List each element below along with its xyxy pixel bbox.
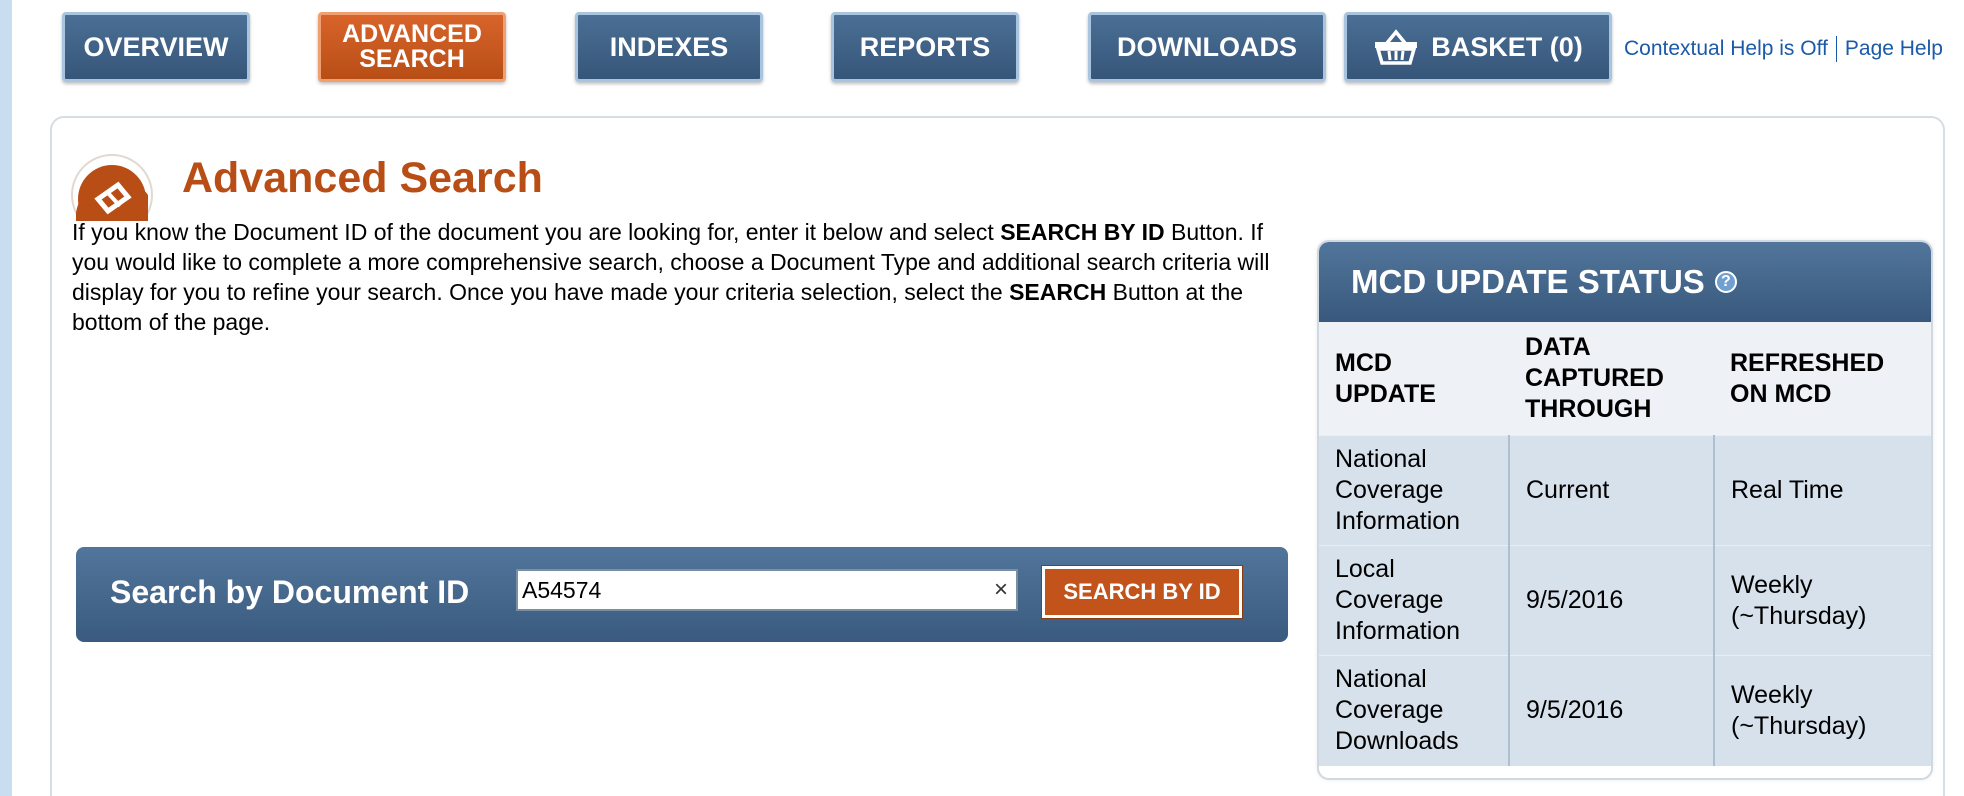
table-cell: Current: [1508, 435, 1714, 546]
table-cell: 9/5/2016: [1508, 655, 1714, 766]
document-id-field: ×: [516, 569, 1018, 611]
intro-bold-search-by-id: SEARCH BY ID: [1000, 219, 1165, 245]
status-table: MCD UPDATE DATA CAPTURED THROUGH REFRESH…: [1319, 322, 1931, 766]
page: OVERVIEW ADVANCED SEARCH INDEXES REPORTS…: [12, 0, 1964, 796]
tab-reports[interactable]: REPORTS: [831, 12, 1019, 82]
table-cell: 9/5/2016: [1508, 545, 1714, 656]
column-header: DATA CAPTURED THROUGH: [1509, 322, 1714, 436]
basket-icon: [1373, 29, 1419, 65]
tab-basket[interactable]: BASKET (0): [1344, 12, 1612, 82]
status-table-header-row: MCD UPDATE DATA CAPTURED THROUGH REFRESH…: [1319, 322, 1931, 436]
status-header: MCD UPDATE STATUS ?: [1319, 242, 1931, 322]
page-help-link[interactable]: Page Help: [1845, 37, 1943, 61]
page-title: Advanced Search: [182, 154, 543, 202]
help-icon[interactable]: ?: [1714, 271, 1737, 293]
contextual-help-toggle[interactable]: Contextual Help is Off: [1624, 37, 1828, 61]
table-cell: Weekly (~Thursday): [1713, 655, 1931, 766]
document-id-input[interactable]: [518, 571, 986, 609]
table-row: National Coverage Information Current Re…: [1319, 435, 1931, 546]
column-header: REFRESHED ON MCD: [1714, 322, 1931, 436]
intro-bold-search: SEARCH: [1009, 279, 1107, 305]
help-links-divider: [1835, 36, 1837, 62]
mcd-update-status-box: MCD UPDATE STATUS ? MCD UPDATE DATA CAPT…: [1317, 240, 1933, 780]
search-by-id-button[interactable]: SEARCH BY ID: [1041, 565, 1243, 619]
intro-part-1: If you know the Document ID of the docum…: [72, 219, 1001, 245]
column-header: MCD UPDATE: [1319, 322, 1509, 436]
search-by-id-label: Search by Document ID: [110, 574, 470, 610]
table-cell: National Coverage Downloads: [1319, 655, 1509, 766]
tab-downloads[interactable]: DOWNLOADS: [1088, 12, 1326, 82]
table-cell: National Coverage Information: [1319, 435, 1509, 546]
table-cell: Real Time: [1713, 435, 1931, 546]
tab-indexes[interactable]: INDEXES: [575, 12, 763, 82]
clear-icon[interactable]: ×: [986, 576, 1016, 604]
tab-advanced-search[interactable]: ADVANCED SEARCH: [318, 12, 506, 82]
table-row: National Coverage Downloads 9/5/2016 Wee…: [1319, 655, 1931, 766]
status-title: MCD UPDATE STATUS: [1351, 263, 1705, 300]
search-by-id-bar: Search by Document ID × SEARCH BY ID: [76, 547, 1288, 642]
table-row: Local Coverage Information 9/5/2016 Week…: [1319, 545, 1931, 656]
intro-text: If you know the Document ID of the docum…: [72, 217, 1292, 337]
basket-label: BASKET (0): [1431, 31, 1583, 62]
tab-overview[interactable]: OVERVIEW: [62, 12, 250, 82]
table-cell: Weekly (~Thursday): [1713, 545, 1931, 656]
help-links: Contextual Help is Off Page Help: [1624, 36, 1943, 62]
table-cell: Local Coverage Information: [1319, 545, 1509, 656]
